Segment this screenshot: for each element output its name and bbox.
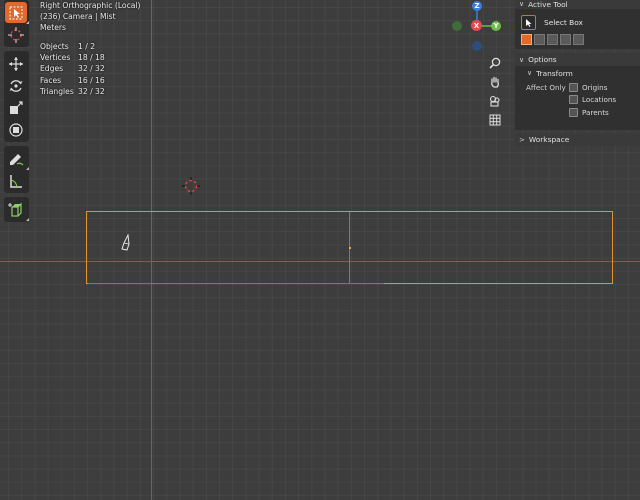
- cursor-tool[interactable]: [5, 24, 27, 45]
- active-tool-panel: ∨ Active Tool Select Box: [515, 0, 640, 49]
- mode-invert-button[interactable]: [560, 34, 571, 45]
- move-tool[interactable]: [5, 53, 27, 74]
- measure-tool[interactable]: [5, 170, 27, 191]
- workspace-header[interactable]: > Workspace: [515, 133, 640, 146]
- gizmo-y-axis[interactable]: Y: [491, 21, 501, 31]
- chevron-down-icon: ∨: [519, 0, 525, 8]
- scale-icon: [10, 100, 23, 114]
- tool-group-add: [4, 197, 29, 222]
- move-icon: [9, 56, 23, 71]
- options-title: Options: [528, 55, 557, 64]
- pan-hand-icon: [490, 76, 499, 88]
- tool-group-select: [4, 0, 29, 47]
- stat-label: Edges: [40, 64, 64, 74]
- rotate-tool[interactable]: [5, 75, 27, 96]
- stat-label: Vertices: [40, 53, 71, 63]
- gizmo-z-label: Z: [474, 2, 480, 10]
- rotate-icon: [9, 79, 23, 92]
- active-tool-row[interactable]: Select Box: [515, 15, 640, 30]
- affect-only-label: Affect Only: [526, 83, 566, 92]
- options-header[interactable]: ∨ Options: [515, 53, 640, 66]
- pan-button[interactable]: [486, 73, 503, 90]
- select-box-tool[interactable]: [5, 2, 29, 24]
- 3d-cursor-icon[interactable]: [182, 177, 200, 195]
- cursor-icon: [8, 26, 24, 43]
- active-tool-title: Active Tool: [528, 0, 568, 9]
- annotate-tool[interactable]: [5, 148, 29, 170]
- parents-checkbox-row[interactable]: Parents: [569, 106, 609, 118]
- transform-title: Transform: [536, 68, 573, 78]
- camera-view-icon: [489, 95, 500, 107]
- stat-row: Vertices 18 / 18: [40, 52, 105, 63]
- annotate-pencil-icon: [10, 153, 24, 165]
- tool-group-transform: [4, 51, 29, 142]
- stat-row: Edges 32 / 32: [40, 63, 105, 74]
- chevron-down-icon: ∨: [527, 69, 533, 77]
- add-cube-tool[interactable]: [5, 199, 29, 221]
- workspace-panel: > Workspace: [515, 133, 640, 146]
- workspace-title: Workspace: [528, 135, 570, 144]
- locations-checkbox-row[interactable]: Locations: [569, 93, 616, 105]
- grid-icon: [489, 114, 500, 125]
- affect-only-block: Affect Only Origins Locations Parents: [515, 80, 640, 122]
- chevron-right-icon: >: [519, 135, 525, 144]
- transform-icon: [9, 122, 23, 137]
- stat-value: 32 / 32: [78, 86, 105, 96]
- view-name: Right Orthographic (Local): [40, 1, 141, 10]
- active-tool-header[interactable]: ∨ Active Tool: [515, 0, 640, 9]
- collection-line: (236) Camera | Mist: [40, 12, 116, 22]
- locations-label: Locations: [582, 94, 617, 104]
- zoom-magnifier-icon: [488, 57, 500, 69]
- active-tool-name: Select Box: [544, 18, 583, 27]
- measure-ruler-icon: [10, 174, 22, 188]
- gizmo-y-label: Y: [493, 22, 499, 30]
- transform-subheader[interactable]: ∨ Transform: [515, 66, 640, 80]
- mode-intersect-button[interactable]: [573, 34, 584, 45]
- stat-value: 32 / 32: [78, 64, 105, 74]
- add-cube-icon: [8, 202, 22, 217]
- camera-view-button[interactable]: [486, 92, 503, 109]
- gizmo-z-axis[interactable]: Z: [472, 1, 482, 11]
- parents-checkbox[interactable]: [569, 107, 578, 117]
- mode-extend-button[interactable]: [534, 34, 545, 45]
- mode-set-button[interactable]: [521, 34, 532, 45]
- parents-label: Parents: [582, 107, 609, 117]
- selection-mode-buttons: [515, 34, 640, 45]
- tool-shelf: [4, 0, 29, 226]
- units-label: Meters: [40, 23, 66, 33]
- scale-tool[interactable]: [5, 97, 27, 118]
- select-box-icon: [9, 6, 23, 19]
- stat-row: Faces 16 / 16: [40, 75, 105, 86]
- mode-subtract-button[interactable]: [547, 34, 558, 45]
- gizmo-x-label: X: [473, 21, 480, 30]
- select-box-small-icon: [521, 15, 536, 30]
- ortho-toggle-button[interactable]: [486, 111, 503, 128]
- stat-label: Objects: [40, 42, 69, 51]
- chevron-down-icon: ∨: [519, 55, 525, 64]
- scene-statistics: Objects 1 / 2 Vertices 18 / 18 Edges 32 / 3…: [40, 41, 105, 97]
- camera-shape-icon: [121, 234, 130, 251]
- navigation-gizmo[interactable]: Z X Y: [448, 0, 508, 56]
- object-origin-dot: [349, 247, 351, 249]
- stat-label: Faces: [40, 75, 62, 85]
- stat-value: 1 / 2: [78, 42, 96, 51]
- stat-label: Triangles: [40, 86, 74, 96]
- zoom-button[interactable]: [486, 54, 503, 71]
- origins-label: Origins: [582, 82, 608, 92]
- viewport-info: Right Orthographic (Local) (236) Camera …: [40, 0, 140, 34]
- locations-checkbox[interactable]: [569, 94, 578, 104]
- tool-group-annotate: [4, 146, 29, 193]
- stat-row: Triangles 32 / 32: [40, 86, 105, 97]
- options-panel: ∨ Options ∨ Transform Affect Only Origin…: [515, 53, 640, 130]
- origins-checkbox[interactable]: [569, 82, 578, 92]
- stat-row: Objects 1 / 2: [40, 41, 105, 52]
- gizmo-x-axis[interactable]: X: [471, 20, 482, 31]
- camera-bottom-edge: [88, 283, 384, 284]
- transform-tool[interactable]: [5, 119, 27, 140]
- origins-checkbox-row[interactable]: Origins: [569, 81, 607, 93]
- stat-value: 16 / 16: [78, 75, 105, 85]
- stat-value: 18 / 18: [78, 53, 105, 63]
